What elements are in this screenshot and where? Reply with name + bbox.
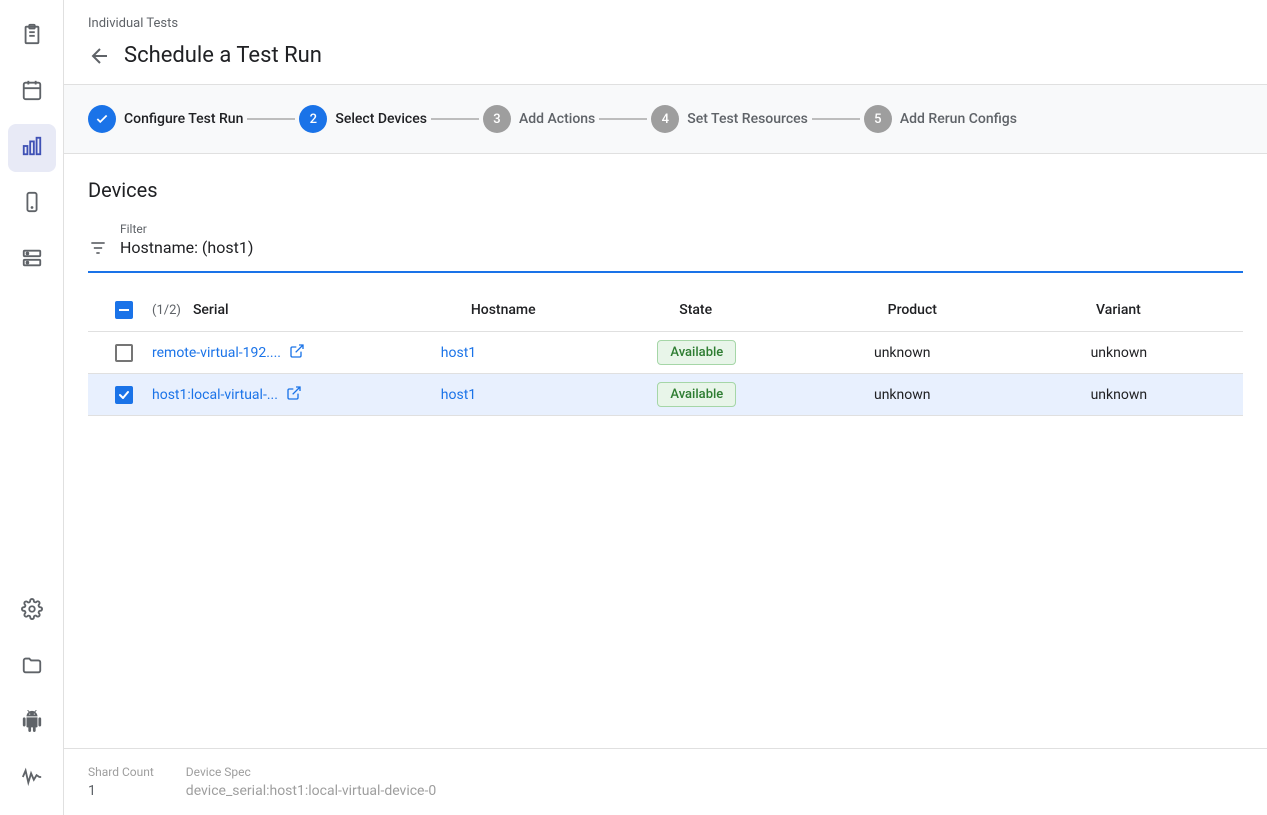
row2-state: Available bbox=[657, 382, 874, 407]
row1-state-badge: Available bbox=[657, 340, 736, 365]
row2-variant: unknown bbox=[1091, 387, 1235, 403]
step-5-label: Add Rerun Configs bbox=[900, 111, 1017, 127]
device-spec-value: device_serial:host1:local-virtual-device… bbox=[186, 783, 1243, 799]
header-product: Product bbox=[888, 302, 1096, 318]
server-icon bbox=[21, 247, 43, 274]
shard-count-label: Shard Count bbox=[88, 765, 154, 779]
table-row[interactable]: host1:local-virtual-... host1 Available … bbox=[88, 374, 1243, 416]
row2-hostname[interactable]: host1 bbox=[441, 387, 658, 403]
step-4: 4 Set Test Resources bbox=[651, 105, 808, 133]
row2-checkbox[interactable] bbox=[115, 386, 133, 404]
device-spec-field: Device Spec device_serial:host1:local-vi… bbox=[186, 765, 1243, 799]
sidebar-item-folder[interactable] bbox=[8, 643, 56, 691]
stepper: Configure Test Run 2 Select Devices 3 Ad… bbox=[64, 85, 1267, 154]
step-1-circle bbox=[88, 105, 116, 133]
devices-section-title: Devices bbox=[88, 178, 1243, 202]
header-hostname: Hostname bbox=[471, 302, 679, 318]
phone-icon bbox=[21, 191, 43, 218]
row1-checkbox[interactable] bbox=[115, 344, 133, 362]
table-row[interactable]: remote-virtual-192.... host1 Available u… bbox=[88, 332, 1243, 374]
filter-label: Filter bbox=[120, 222, 1243, 236]
main-content: Individual Tests Schedule a Test Run Con… bbox=[64, 0, 1267, 815]
row2-external-link-icon[interactable] bbox=[286, 385, 302, 405]
header-state: State bbox=[679, 302, 887, 318]
settings-icon bbox=[21, 598, 43, 625]
filter-icon bbox=[88, 238, 108, 263]
row1-product: unknown bbox=[874, 345, 1091, 361]
row2-product: unknown bbox=[874, 387, 1091, 403]
devices-table: (1/2) Serial Hostname State Product Vari… bbox=[88, 289, 1243, 416]
sidebar-item-settings[interactable] bbox=[8, 587, 56, 635]
select-all-checkbox-wrap[interactable] bbox=[96, 301, 152, 319]
step-2-label: Select Devices bbox=[335, 111, 427, 127]
step-3-label: Add Actions bbox=[519, 111, 595, 127]
row2-state-badge: Available bbox=[657, 382, 736, 407]
sidebar-item-calendar[interactable] bbox=[8, 68, 56, 116]
step-4-label: Set Test Resources bbox=[687, 111, 808, 127]
device-spec-label: Device Spec bbox=[186, 765, 1243, 779]
content-area: Devices Filter Hostname: (host1) bbox=[64, 154, 1267, 748]
row2-hostname-text: host1 bbox=[441, 387, 476, 403]
header-serial: Serial bbox=[193, 302, 471, 318]
sidebar-item-android[interactable] bbox=[8, 699, 56, 747]
folder-icon bbox=[21, 654, 43, 681]
step-5: 5 Add Rerun Configs bbox=[864, 105, 1017, 133]
back-button[interactable] bbox=[88, 44, 112, 68]
connector-4-5 bbox=[812, 118, 860, 120]
page-title: Schedule a Test Run bbox=[124, 43, 322, 68]
selection-count: (1/2) bbox=[152, 303, 181, 318]
table-header-row: (1/2) Serial Hostname State Product Vari… bbox=[88, 289, 1243, 332]
row1-serial[interactable]: remote-virtual-192.... bbox=[152, 343, 441, 363]
shard-count-field: Shard Count 1 bbox=[88, 765, 154, 799]
connector-2-3 bbox=[431, 118, 479, 120]
step-1-label: Configure Test Run bbox=[124, 111, 243, 127]
shard-count-value: 1 bbox=[88, 783, 154, 799]
filter-content: Filter Hostname: (host1) bbox=[120, 222, 1243, 257]
row2-serial[interactable]: host1:local-virtual-... bbox=[152, 385, 441, 405]
row1-serial-text: remote-virtual-192.... bbox=[152, 345, 281, 361]
row1-external-link-icon[interactable] bbox=[289, 343, 305, 363]
step-3: 3 Add Actions bbox=[483, 105, 595, 133]
page-header: Schedule a Test Run bbox=[64, 39, 1267, 85]
step-3-circle: 3 bbox=[483, 105, 511, 133]
sidebar-item-waveform[interactable] bbox=[8, 755, 56, 803]
calendar-icon bbox=[21, 79, 43, 106]
bottom-bar: Shard Count 1 Device Spec device_serial:… bbox=[64, 748, 1267, 815]
step-2-circle: 2 bbox=[299, 105, 327, 133]
connector-3-4 bbox=[599, 118, 647, 120]
connector-1-2 bbox=[247, 118, 295, 120]
sidebar-item-clipboard[interactable] bbox=[8, 12, 56, 60]
sidebar-item-barchart[interactable] bbox=[8, 124, 56, 172]
android-icon bbox=[21, 710, 43, 737]
sidebar bbox=[0, 0, 64, 815]
step-2: 2 Select Devices bbox=[299, 105, 427, 133]
row1-hostname-text: host1 bbox=[441, 345, 476, 361]
step-4-circle: 4 bbox=[651, 105, 679, 133]
row2-serial-text: host1:local-virtual-... bbox=[152, 387, 278, 403]
sidebar-item-server[interactable] bbox=[8, 236, 56, 284]
row1-state: Available bbox=[657, 340, 874, 365]
sidebar-item-phone[interactable] bbox=[8, 180, 56, 228]
clipboard-icon bbox=[21, 23, 43, 50]
breadcrumb: Individual Tests bbox=[64, 0, 1267, 39]
row1-variant: unknown bbox=[1091, 345, 1235, 361]
select-all-checkbox[interactable] bbox=[115, 301, 133, 319]
header-variant: Variant bbox=[1096, 302, 1235, 318]
row1-checkbox-wrap[interactable] bbox=[96, 344, 152, 362]
bar-chart-icon bbox=[21, 135, 43, 162]
step-5-circle: 5 bbox=[864, 105, 892, 133]
waveform-icon bbox=[21, 766, 43, 793]
filter-area[interactable]: Filter Hostname: (host1) bbox=[88, 222, 1243, 273]
row2-checkbox-wrap[interactable] bbox=[96, 386, 152, 404]
row1-hostname[interactable]: host1 bbox=[441, 345, 658, 361]
step-1: Configure Test Run bbox=[88, 105, 243, 133]
filter-value: Hostname: (host1) bbox=[120, 238, 1243, 257]
